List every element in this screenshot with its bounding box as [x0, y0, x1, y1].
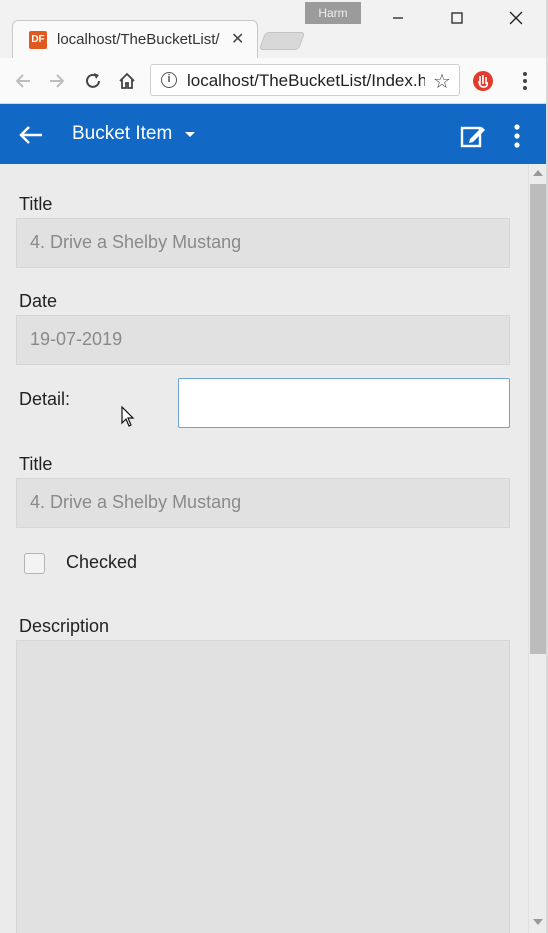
scrollbar-thumb[interactable]	[530, 184, 546, 654]
checked-checkbox[interactable]	[24, 553, 45, 574]
detail-input[interactable]	[178, 378, 510, 428]
shield-extension-icon	[473, 71, 493, 91]
browser-tab[interactable]: DF localhost/TheBucketList/ ✕	[12, 20, 258, 58]
form-content: Title 4. Drive a Shelby Mustang Date 19-…	[0, 164, 528, 933]
profile-badge[interactable]: Harm	[305, 2, 361, 24]
vertical-scrollbar[interactable]	[528, 164, 546, 933]
back-button[interactable]	[10, 68, 36, 94]
browser-menu-button[interactable]	[512, 68, 538, 94]
more-vert-icon[interactable]	[513, 124, 521, 148]
info-icon[interactable]: i	[161, 72, 177, 88]
reload-button[interactable]	[80, 68, 106, 94]
chevron-down-icon[interactable]	[185, 132, 195, 137]
bookmark-star-icon[interactable]: ☆	[433, 69, 451, 94]
page-title[interactable]: Bucket Item	[72, 123, 172, 145]
title-field-2[interactable]: 4. Drive a Shelby Mustang	[16, 478, 510, 528]
arrow-right-icon	[50, 74, 65, 88]
kebab-menu-icon	[523, 72, 527, 90]
description-label: Description	[19, 616, 110, 636]
address-bar[interactable]: i localhost/TheBucketList/Index.h ☆	[150, 64, 460, 96]
back-arrow-icon[interactable]	[18, 124, 44, 146]
title-field[interactable]: 4. Drive a Shelby Mustang	[16, 218, 510, 268]
detail-label: Detail:	[19, 389, 71, 409]
date-label: Date	[19, 291, 58, 311]
home-button[interactable]	[114, 68, 140, 94]
minimize-button[interactable]	[378, 4, 418, 32]
home-icon	[119, 72, 135, 89]
url-text: localhost/TheBucketList/Index.h	[187, 71, 425, 90]
extension-button[interactable]	[470, 68, 496, 94]
title-label: Title	[19, 194, 53, 214]
scroll-up-icon[interactable]	[533, 170, 543, 176]
mouse-cursor-icon	[121, 406, 135, 427]
tab-title: localhost/TheBucketList/	[57, 31, 220, 48]
tab-close-icon[interactable]: ✕	[231, 29, 244, 49]
new-tab-button[interactable]	[258, 32, 306, 50]
close-window-button[interactable]	[496, 4, 536, 32]
checked-label[interactable]: Checked	[66, 552, 137, 573]
date-field[interactable]: 19-07-2019	[16, 315, 510, 365]
app-bar: Bucket Item	[0, 104, 548, 164]
scroll-down-icon[interactable]	[533, 919, 543, 925]
arrow-left-icon	[15, 74, 30, 88]
browser-titlebar: Harm DF localhost/TheBucketList/ ✕	[0, 0, 548, 58]
edit-icon[interactable]	[460, 123, 486, 149]
minimize-icon	[393, 17, 403, 19]
title-label-2: Title	[19, 454, 53, 474]
favicon: DF	[29, 31, 47, 49]
maximize-button[interactable]	[437, 4, 477, 32]
browser-toolbar: i localhost/TheBucketList/Index.h ☆	[0, 58, 548, 104]
close-icon	[509, 11, 523, 25]
maximize-icon	[451, 12, 463, 24]
forward-button[interactable]	[44, 68, 70, 94]
reload-icon	[86, 73, 100, 88]
description-textarea[interactable]	[16, 640, 510, 933]
